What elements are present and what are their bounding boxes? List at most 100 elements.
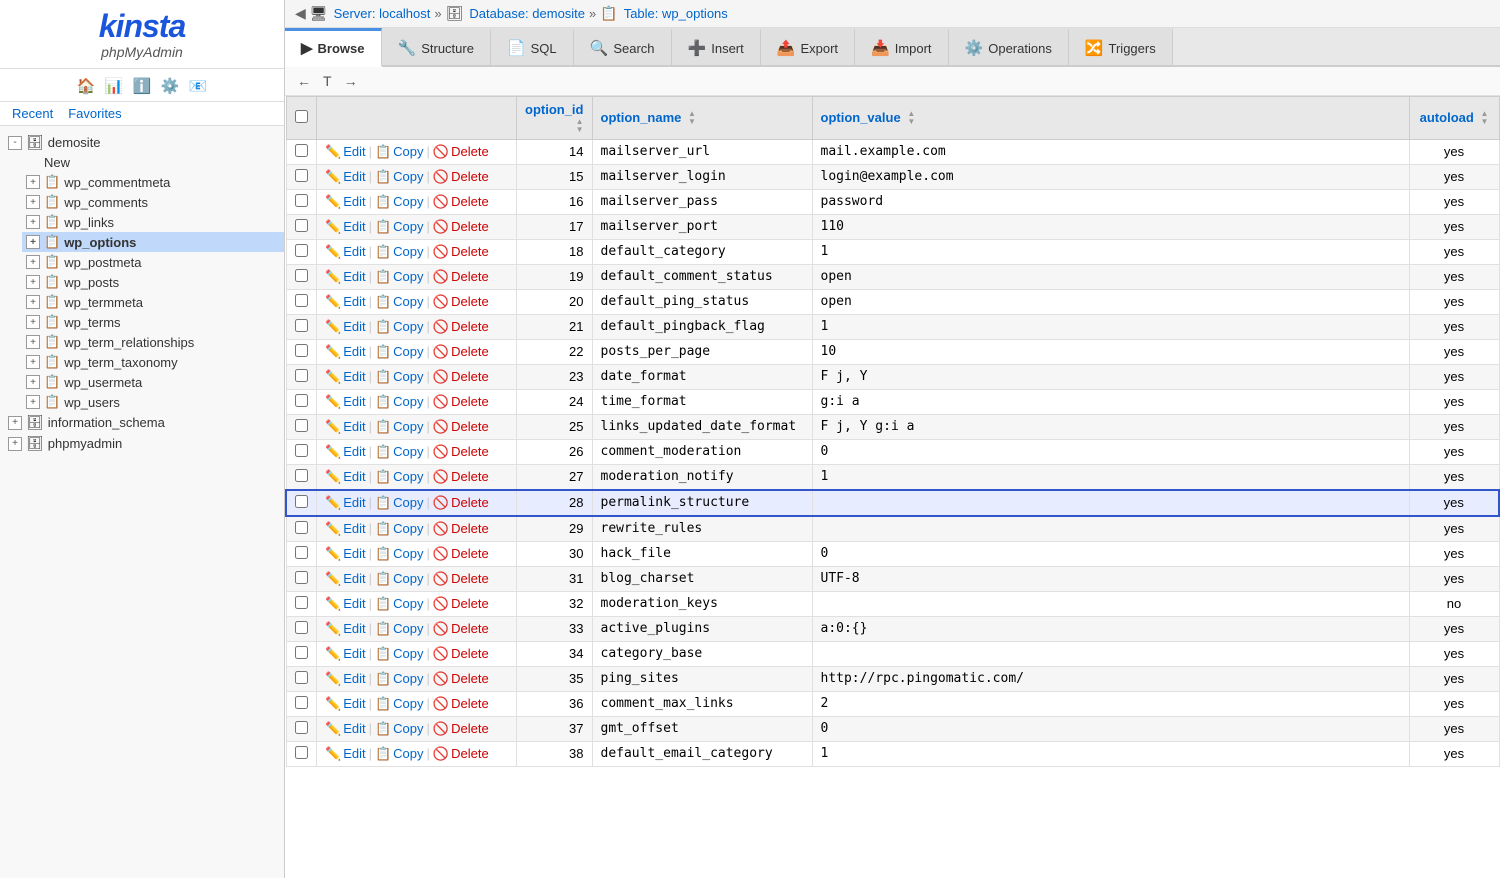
- tab-insert[interactable]: ➕ Insert: [672, 28, 761, 65]
- copy-button[interactable]: 📋 Copy: [375, 546, 424, 562]
- edit-button[interactable]: ✏️ Edit: [325, 444, 366, 460]
- back-arrow[interactable]: ◀: [295, 5, 306, 22]
- delete-button[interactable]: 🚫 Delete: [433, 721, 489, 737]
- tree-item-wp-terms[interactable]: + 📋 wp_terms: [22, 312, 284, 332]
- row-checkbox[interactable]: [295, 621, 308, 634]
- toggle-demosite[interactable]: -: [8, 136, 22, 150]
- delete-button[interactable]: 🚫 Delete: [433, 596, 489, 612]
- toggle-wp-terms[interactable]: +: [26, 315, 40, 329]
- row-checkbox[interactable]: [295, 294, 308, 307]
- edit-button[interactable]: ✏️ Edit: [325, 369, 366, 385]
- toggle-wp-term-taxonomy[interactable]: +: [26, 355, 40, 369]
- copy-button[interactable]: 📋 Copy: [375, 244, 424, 260]
- row-checkbox[interactable]: [295, 469, 308, 482]
- edit-button[interactable]: ✏️ Edit: [325, 546, 366, 562]
- delete-button[interactable]: 🚫 Delete: [433, 169, 489, 185]
- tree-item-wp-posts[interactable]: + 📋 wp_posts: [22, 272, 284, 292]
- breadcrumb-database[interactable]: Database: demosite: [469, 6, 585, 21]
- edit-button[interactable]: ✏️ Edit: [325, 269, 366, 285]
- toggle-wp-options[interactable]: +: [26, 235, 40, 249]
- left-arrow-btn[interactable]: ←: [293, 71, 315, 91]
- edit-button[interactable]: ✏️ Edit: [325, 219, 366, 235]
- copy-button[interactable]: 📋 Copy: [375, 294, 424, 310]
- row-checkbox[interactable]: [295, 646, 308, 659]
- toggle-information-schema[interactable]: +: [8, 416, 22, 430]
- copy-button[interactable]: 📋 Copy: [375, 746, 424, 762]
- row-checkbox[interactable]: [295, 219, 308, 232]
- delete-button[interactable]: 🚫 Delete: [433, 369, 489, 385]
- info-icon[interactable]: ℹ️: [131, 75, 153, 97]
- copy-button[interactable]: 📋 Copy: [375, 419, 424, 435]
- delete-button[interactable]: 🚫 Delete: [433, 621, 489, 637]
- tab-triggers[interactable]: 🔀 Triggers: [1069, 28, 1173, 65]
- recent-link[interactable]: Recent: [12, 106, 53, 121]
- row-checkbox[interactable]: [295, 696, 308, 709]
- delete-button[interactable]: 🚫 Delete: [433, 696, 489, 712]
- right-arrow-btn[interactable]: →: [340, 71, 362, 91]
- toggle-wp-commentmeta[interactable]: +: [26, 175, 40, 189]
- tree-item-phpmyadmin[interactable]: + 🗄 phpmyadmin: [0, 433, 284, 454]
- tree-item-wp-options[interactable]: + 📋 wp_options: [22, 232, 284, 252]
- tab-operations[interactable]: ⚙️ Operations: [949, 28, 1069, 65]
- copy-button[interactable]: 📋 Copy: [375, 521, 424, 537]
- toggle-wp-links[interactable]: +: [26, 215, 40, 229]
- edit-button[interactable]: ✏️ Edit: [325, 596, 366, 612]
- delete-button[interactable]: 🚫 Delete: [433, 469, 489, 485]
- row-checkbox[interactable]: [295, 444, 308, 457]
- select-all-checkbox[interactable]: [295, 110, 308, 123]
- toggle-wp-users[interactable]: +: [26, 395, 40, 409]
- tree-item-new[interactable]: New: [22, 153, 284, 172]
- copy-button[interactable]: 📋 Copy: [375, 144, 424, 160]
- row-checkbox[interactable]: [295, 269, 308, 282]
- edit-button[interactable]: ✏️ Edit: [325, 495, 366, 511]
- delete-button[interactable]: 🚫 Delete: [433, 194, 489, 210]
- row-checkbox[interactable]: [295, 394, 308, 407]
- edit-button[interactable]: ✏️ Edit: [325, 746, 366, 762]
- row-checkbox[interactable]: [295, 344, 308, 357]
- edit-button[interactable]: ✏️ Edit: [325, 169, 366, 185]
- row-checkbox[interactable]: [295, 521, 308, 534]
- tree-item-wp-postmeta[interactable]: + 📋 wp_postmeta: [22, 252, 284, 272]
- home-icon[interactable]: 🏠: [75, 75, 97, 97]
- row-checkbox[interactable]: [295, 369, 308, 382]
- edit-button[interactable]: ✏️ Edit: [325, 344, 366, 360]
- row-checkbox[interactable]: [295, 169, 308, 182]
- copy-button[interactable]: 📋 Copy: [375, 621, 424, 637]
- copy-button[interactable]: 📋 Copy: [375, 495, 424, 511]
- favorites-link[interactable]: Favorites: [68, 106, 121, 121]
- copy-button[interactable]: 📋 Copy: [375, 444, 424, 460]
- row-checkbox[interactable]: [295, 596, 308, 609]
- delete-button[interactable]: 🚫 Delete: [433, 571, 489, 587]
- tree-item-information-schema[interactable]: + 🗄 information_schema: [0, 412, 284, 433]
- row-checkbox[interactable]: [295, 319, 308, 332]
- gear-icon[interactable]: ⚙️: [159, 75, 181, 97]
- toggle-wp-comments[interactable]: +: [26, 195, 40, 209]
- chart-icon[interactable]: 📊: [103, 75, 125, 97]
- delete-button[interactable]: 🚫 Delete: [433, 344, 489, 360]
- copy-button[interactable]: 📋 Copy: [375, 269, 424, 285]
- toggle-wp-posts[interactable]: +: [26, 275, 40, 289]
- delete-button[interactable]: 🚫 Delete: [433, 319, 489, 335]
- delete-button[interactable]: 🚫 Delete: [433, 646, 489, 662]
- edit-button[interactable]: ✏️ Edit: [325, 244, 366, 260]
- delete-button[interactable]: 🚫 Delete: [433, 521, 489, 537]
- delete-button[interactable]: 🚫 Delete: [433, 546, 489, 562]
- row-checkbox[interactable]: [295, 671, 308, 684]
- edit-button[interactable]: ✏️ Edit: [325, 521, 366, 537]
- delete-button[interactable]: 🚫 Delete: [433, 269, 489, 285]
- toggle-wp-postmeta[interactable]: +: [26, 255, 40, 269]
- edit-button[interactable]: ✏️ Edit: [325, 646, 366, 662]
- edit-button[interactable]: ✏️ Edit: [325, 144, 366, 160]
- tree-item-wp-comments[interactable]: + 📋 wp_comments: [22, 192, 284, 212]
- delete-button[interactable]: 🚫 Delete: [433, 394, 489, 410]
- toggle-wp-termmeta[interactable]: +: [26, 295, 40, 309]
- edit-button[interactable]: ✏️ Edit: [325, 721, 366, 737]
- delete-button[interactable]: 🚫 Delete: [433, 671, 489, 687]
- tab-sql[interactable]: 📄 SQL: [491, 28, 574, 65]
- tree-item-wp-termmeta[interactable]: + 📋 wp_termmeta: [22, 292, 284, 312]
- copy-button[interactable]: 📋 Copy: [375, 219, 424, 235]
- delete-button[interactable]: 🚫 Delete: [433, 419, 489, 435]
- delete-button[interactable]: 🚫 Delete: [433, 495, 489, 511]
- delete-button[interactable]: 🚫 Delete: [433, 144, 489, 160]
- sort-toggle-btn[interactable]: T: [319, 71, 336, 91]
